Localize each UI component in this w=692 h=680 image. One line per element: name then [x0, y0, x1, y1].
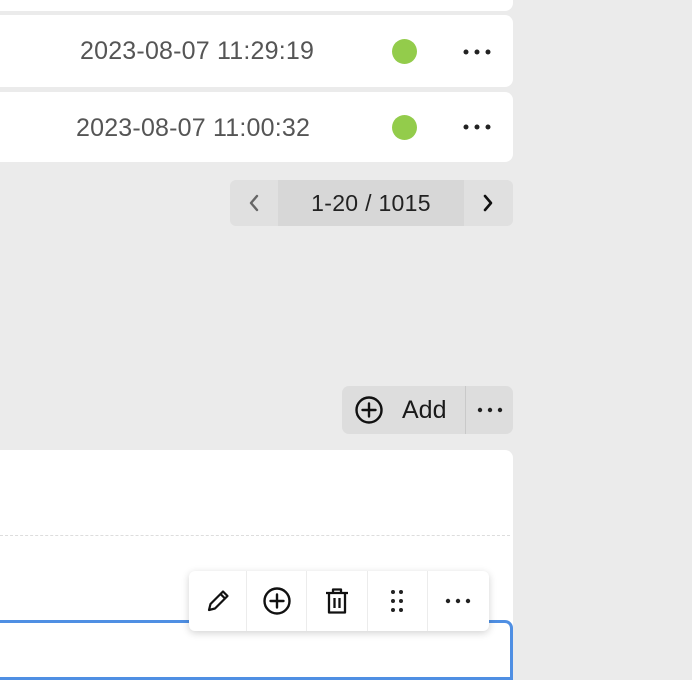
plus-circle-icon — [263, 587, 291, 615]
table-row[interactable]: 2023-08-07 11:29:19 — [0, 15, 513, 87]
edit-icon — [207, 590, 229, 612]
block-divider — [0, 535, 510, 536]
delete-icon — [326, 588, 349, 614]
table-row[interactable]: 2023-08-07 11:00:32 — [0, 92, 513, 162]
block-action-group: Add — [342, 386, 513, 434]
chevron-right-icon — [483, 194, 493, 212]
row-more-button[interactable] — [457, 32, 497, 72]
add-block-label: Add — [402, 395, 447, 424]
block-toolbar — [189, 571, 489, 631]
edit-block-button[interactable] — [189, 571, 248, 631]
block-toolbar-more-button[interactable] — [428, 571, 489, 631]
more-horizontal-icon — [463, 124, 491, 130]
more-horizontal-icon — [477, 407, 502, 413]
insert-block-button[interactable] — [247, 571, 308, 631]
status-indicator — [392, 39, 417, 64]
row-timestamp: 2023-08-07 11:29:19 — [80, 37, 315, 65]
status-indicator — [392, 115, 417, 140]
more-horizontal-icon — [463, 49, 491, 55]
pagination-next-button[interactable] — [464, 180, 512, 226]
block-more-button[interactable] — [466, 386, 513, 434]
previous-row-card — [0, 0, 513, 11]
pagination-range-label: 1-20 / 1015 — [278, 180, 464, 226]
plus-circle-icon — [355, 396, 383, 424]
pagination-prev-button[interactable] — [230, 180, 278, 226]
drag-handle-icon — [391, 590, 404, 612]
chevron-left-icon — [249, 194, 259, 212]
add-block-button[interactable]: Add — [342, 386, 466, 434]
delete-block-button[interactable] — [307, 571, 368, 631]
row-timestamp: 2023-08-07 11:00:32 — [76, 114, 311, 142]
row-more-button[interactable] — [457, 107, 497, 147]
drag-block-handle[interactable] — [368, 571, 428, 631]
pagination: 1-20 / 1015 — [230, 180, 513, 226]
more-horizontal-icon — [446, 598, 471, 604]
